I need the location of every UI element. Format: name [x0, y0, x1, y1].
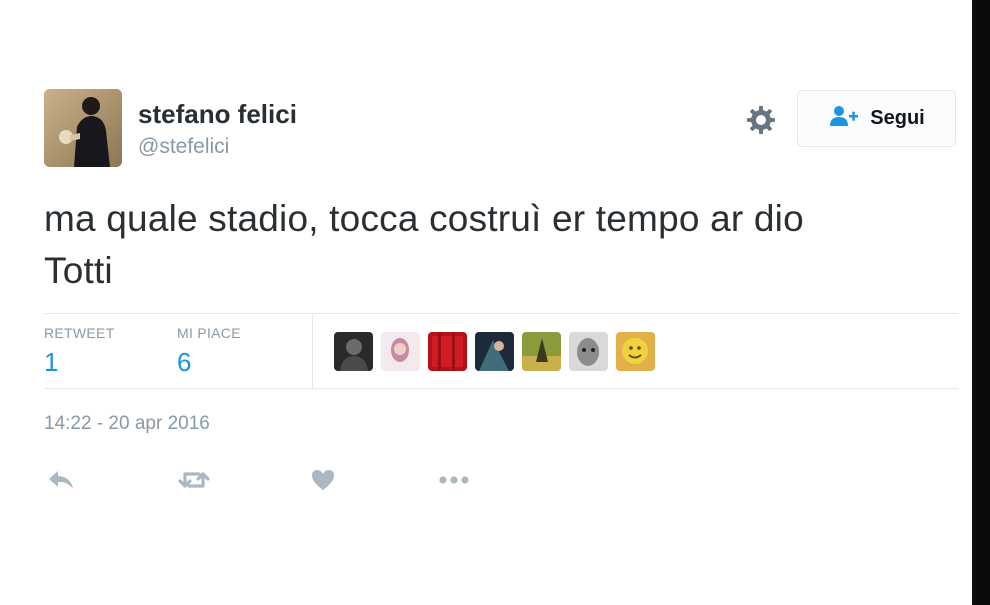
user-handle[interactable]: @stefelici: [138, 135, 229, 159]
gear-icon[interactable]: [744, 103, 778, 137]
liker-avatar[interactable]: [522, 332, 561, 371]
liker-avatar[interactable]: [334, 332, 373, 371]
window-edge: [972, 0, 990, 605]
tweet-text: ma quale stadio, tocca costruì er tempo …: [44, 193, 944, 297]
user-name[interactable]: stefano felici: [138, 99, 297, 130]
liker-avatar[interactable]: [428, 332, 467, 371]
liker-avatar[interactable]: [381, 332, 420, 371]
avatar[interactable]: [44, 89, 122, 167]
follow-button-label: Segui: [870, 107, 925, 129]
liker-avatar[interactable]: [616, 332, 655, 371]
tweet-text-line-1: ma quale stadio, tocca costruì er tempo …: [44, 198, 804, 239]
tweet-timestamp[interactable]: 14:22 - 20 apr 2016: [44, 413, 210, 435]
retweet-label: RETWEET: [44, 325, 115, 341]
retweet-icon[interactable]: [177, 466, 211, 494]
tweet-text-line-2: Totti: [44, 250, 113, 291]
reply-icon[interactable]: [46, 466, 76, 494]
tweet-card: stefano felici @stefelici Segui ma quale…: [0, 0, 972, 605]
likes-label: MI PIACE: [177, 325, 241, 341]
stats-separator: [312, 314, 313, 388]
like-icon[interactable]: [309, 466, 337, 494]
liker-avatars: [334, 332, 655, 371]
divider-bottom: [44, 388, 958, 389]
liker-avatar[interactable]: [475, 332, 514, 371]
follow-button[interactable]: Segui: [797, 90, 956, 147]
likes-count[interactable]: 6: [177, 347, 191, 378]
more-icon[interactable]: [438, 466, 472, 494]
add-user-icon: [828, 104, 860, 133]
divider-top: [44, 313, 958, 314]
retweet-count[interactable]: 1: [44, 347, 58, 378]
liker-avatar[interactable]: [569, 332, 608, 371]
